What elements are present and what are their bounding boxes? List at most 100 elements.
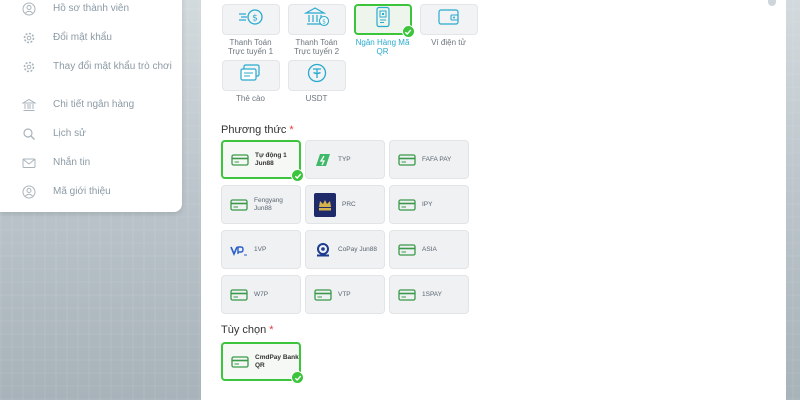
method-e-wallet[interactable]: Ví điện tử: [419, 4, 478, 60]
typ-logo-icon: [314, 153, 332, 167]
usdt-icon: [306, 62, 328, 89]
provider-grid: Tự động 1 Jun88 TYP FAFA PAY Fengyang Ju…: [221, 140, 469, 314]
method-label: USDT: [305, 94, 328, 103]
provider-copay-jun88[interactable]: CoPay Jun88: [305, 230, 385, 269]
provider-fengyang-jun88[interactable]: Fengyang Jun88: [221, 185, 301, 224]
sidebar-item-label: Đổi mật khẩu: [53, 32, 112, 43]
online-payment-icon: $: [238, 7, 264, 32]
sidebar-item-label: Hồ sơ thành viên: [53, 3, 130, 14]
provider-name: W7P: [254, 290, 269, 298]
provider-name: 1SPAY: [422, 290, 442, 298]
provider-name: CmdPay Bank QR: [255, 353, 299, 369]
sidebar-item-change-game-password[interactable]: Thay đổi mật khẩu trò chơi: [0, 60, 182, 98]
method-tile: [221, 60, 280, 91]
provider-name: 1VP: [254, 245, 267, 253]
svg-text:$: $: [252, 14, 258, 24]
bank-payment-icon: $: [303, 6, 330, 33]
option-grid: CmdPay Bank QR: [221, 342, 469, 384]
method-online-payment-2[interactable]: $ Thanh Toán Trực tuyến 2: [287, 4, 346, 60]
provider-1vp[interactable]: 1VP: [221, 230, 301, 269]
provider-1spay[interactable]: 1SPAY: [389, 275, 469, 314]
provider-vtp[interactable]: VTP: [305, 275, 385, 314]
account-sidebar: Hồ sơ thành viên Đổi mật khẩu Thay đổi m…: [0, 0, 182, 212]
provider-name: CoPay Jun88: [338, 245, 378, 253]
payment-method-heading: Phương thức *: [221, 124, 294, 136]
card-icon: [230, 198, 248, 212]
card-icon: [230, 288, 248, 302]
copay-logo-icon: [314, 242, 332, 257]
sidebar-item-profile[interactable]: Hồ sơ thành viên: [0, 2, 182, 31]
bank-icon: [20, 98, 38, 112]
gear-icon: [20, 31, 38, 45]
card-icon: [231, 153, 249, 167]
method-tile: [419, 4, 478, 35]
card-icon: [314, 288, 332, 302]
card-icon: [398, 198, 416, 212]
card-icon: [398, 243, 416, 257]
sidebar-item-bank-details[interactable]: Chi tiết ngân hàng: [0, 98, 182, 127]
sidebar-item-referral-code[interactable]: Mã giới thiệu: [0, 185, 182, 214]
method-online-payment-1[interactable]: $ Thanh Toán Trực tuyến 1: [221, 4, 280, 60]
sidebar-item-history[interactable]: Lịch sử: [0, 127, 182, 156]
provider-typ[interactable]: TYP: [305, 140, 385, 179]
user-plus-icon: [20, 185, 38, 199]
card-icon: [231, 355, 249, 369]
svg-text:$: $: [322, 19, 326, 26]
sidebar-item-label: Mã giới thiệu: [53, 186, 111, 197]
option-heading: Tùy chọn *: [221, 324, 274, 336]
method-qr-bank[interactable]: Ngân Hàng Mã QR: [353, 4, 415, 60]
provider-name: IPY: [422, 200, 433, 208]
search-icon: [20, 127, 38, 141]
provider-name: VTP: [338, 290, 351, 298]
wallet-icon: [437, 7, 461, 32]
method-label: Thanh Toán Trực tuyến 2: [293, 38, 340, 56]
selected-check-icon: [401, 25, 415, 38]
method-tile: [287, 60, 346, 91]
card-icon: [398, 153, 416, 167]
qr-bank-icon: [372, 6, 394, 33]
deposit-panel: $ Thanh Toán Trực tuyến 1 $ Thanh Toán T…: [201, 0, 786, 400]
mail-icon: [20, 156, 38, 170]
provider-prc[interactable]: PRC: [305, 185, 385, 224]
section-title-text: Phương thức: [221, 124, 287, 136]
1vp-logo-icon: [230, 243, 248, 257]
provider-asia[interactable]: ASIA: [389, 230, 469, 269]
prince-logo-icon: [314, 192, 336, 217]
card-icon: [398, 288, 416, 302]
method-label: Thẻ cào: [236, 94, 265, 103]
deposit-method-grid: $ Thanh Toán Trực tuyến 1 $ Thanh Toán T…: [221, 4, 541, 116]
sidebar-item-change-password[interactable]: Đổi mật khẩu: [0, 31, 182, 60]
provider-fafa-pay[interactable]: FAFA PAY: [389, 140, 469, 179]
provider-ipy[interactable]: IPY: [389, 185, 469, 224]
method-tile: [353, 4, 415, 38]
sidebar-item-label: Lịch sử: [53, 128, 86, 139]
method-tile: $: [287, 4, 346, 35]
option-cmdpay-bank-qr[interactable]: CmdPay Bank QR: [221, 342, 304, 384]
required-marker: *: [289, 124, 294, 136]
sidebar-item-label: Thay đổi mật khẩu trò chơi: [53, 61, 172, 72]
method-label: Ngân Hàng Mã QR: [355, 38, 410, 56]
selected-check-icon: [291, 169, 304, 182]
scratch-card-icon: [239, 63, 263, 88]
method-label: Ví điện tử: [431, 38, 466, 47]
provider-name: ASIA: [422, 245, 437, 253]
provider-name: TYP: [338, 155, 351, 163]
provider-name: FAFA PAY: [422, 155, 452, 163]
method-label: Thanh Toán Trực tuyến 1: [227, 38, 274, 56]
method-scratch-card[interactable]: Thẻ cào: [221, 60, 280, 116]
method-tile: $: [221, 4, 280, 35]
provider-name: PRC: [342, 200, 356, 208]
gear-icon: [20, 60, 38, 74]
provider-name: Tự động 1 Jun88: [255, 151, 287, 167]
provider-name: Fengyang Jun88: [254, 196, 283, 212]
scroll-indicator[interactable]: [768, 0, 776, 6]
provider-w7p[interactable]: W7P: [221, 275, 301, 314]
required-marker: *: [269, 324, 274, 336]
sidebar-item-messages[interactable]: Nhắn tin: [0, 156, 182, 185]
method-usdt[interactable]: USDT: [287, 60, 346, 116]
sidebar-item-label: Chi tiết ngân hàng: [53, 99, 135, 110]
sidebar-item-label: Nhắn tin: [53, 157, 91, 168]
section-title-text: Tùy chọn: [221, 324, 267, 336]
provider-tu-dong-1-jun88[interactable]: Tự động 1 Jun88: [221, 140, 304, 182]
selected-check-icon: [291, 371, 304, 384]
